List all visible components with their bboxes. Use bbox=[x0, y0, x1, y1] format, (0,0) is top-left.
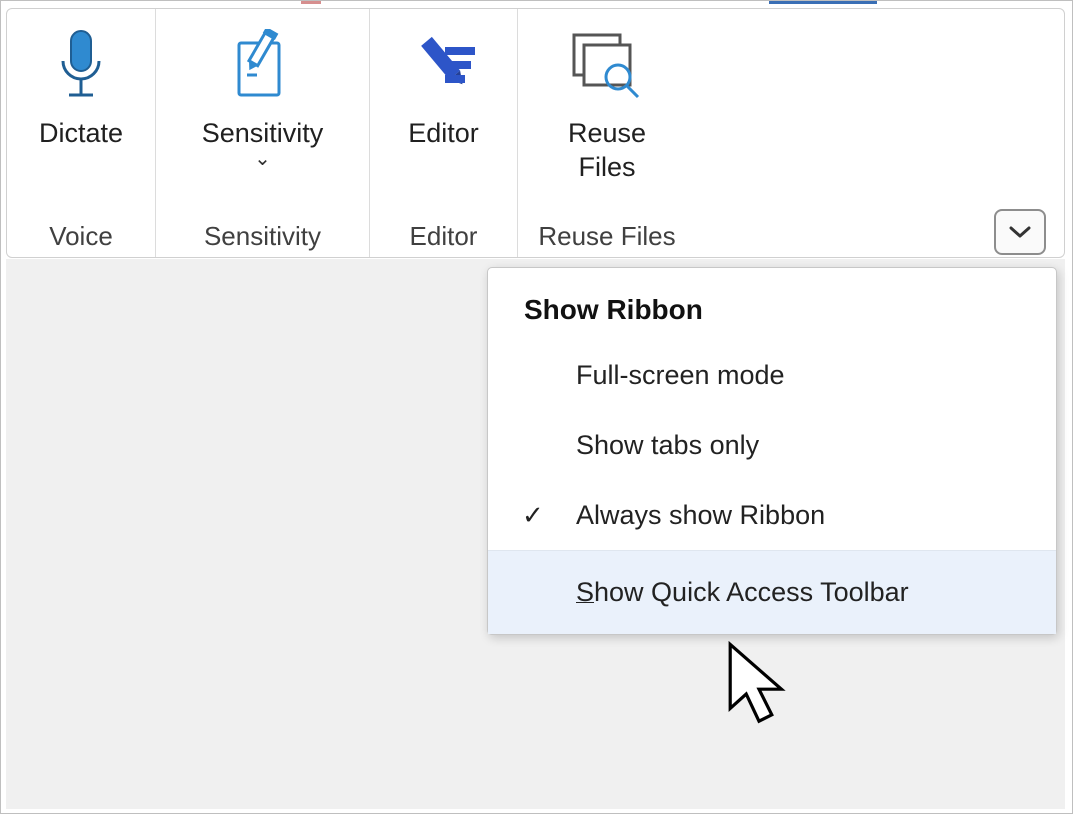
menu-item-full-screen[interactable]: Full-screen mode bbox=[488, 340, 1056, 410]
sensitivity-label-text: Sensitivity bbox=[202, 117, 324, 151]
ribbon-display-options-button[interactable] bbox=[994, 209, 1046, 255]
sensitivity-button[interactable] bbox=[227, 23, 299, 115]
group-caption-sensitivity: Sensitivity bbox=[156, 221, 369, 252]
ribbon-group-editor: Editor Editor bbox=[369, 9, 517, 257]
chevron-down-icon: ⌄ bbox=[254, 147, 271, 172]
editor-label: Editor bbox=[408, 117, 479, 193]
menu-item-label: Full-screen mode bbox=[576, 360, 785, 391]
editor-pen-icon bbox=[409, 29, 479, 109]
menu-item-label: Show Quick Access Toolbar bbox=[576, 577, 909, 608]
reuse-files-label: Reuse Files bbox=[568, 117, 646, 193]
titlebar-sliver bbox=[1, 1, 1072, 8]
ribbon-group-sensitivity: Sensitivity ⌄ Sensitivity bbox=[155, 9, 369, 257]
ribbon-group-reuse-files: Reuse Files Reuse Files bbox=[517, 9, 696, 257]
sensitivity-label: Sensitivity ⌄ bbox=[202, 117, 324, 193]
menu-item-label-rest: how Quick Access Toolbar bbox=[594, 577, 909, 607]
ribbon-display-options-menu: Show Ribbon Full-screen mode Show tabs o… bbox=[487, 267, 1057, 635]
reuse-files-label-line2: Files bbox=[578, 151, 635, 185]
group-caption-voice: Voice bbox=[7, 221, 155, 252]
menu-item-label: Always show Ribbon bbox=[576, 500, 825, 531]
menu-item-always-show-ribbon[interactable]: ✓ Always show Ribbon bbox=[488, 480, 1056, 550]
editor-button[interactable] bbox=[409, 23, 479, 115]
sensitivity-icon bbox=[227, 29, 299, 109]
checkmark-icon: ✓ bbox=[522, 500, 576, 531]
dictate-button[interactable] bbox=[53, 23, 109, 115]
microphone-icon bbox=[53, 29, 109, 109]
group-caption-editor: Editor bbox=[370, 221, 517, 252]
menu-heading: Show Ribbon bbox=[488, 294, 1056, 340]
app-frame: Dictate Voice Sensitivity ⌄ bbox=[0, 0, 1073, 814]
menu-item-label: Show tabs only bbox=[576, 430, 759, 461]
titlebar-fragment bbox=[301, 1, 321, 4]
ribbon: Dictate Voice Sensitivity ⌄ bbox=[6, 8, 1065, 258]
group-caption-reuse-files: Reuse Files bbox=[518, 221, 696, 252]
reuse-files-button[interactable] bbox=[568, 23, 646, 115]
menu-item-show-quick-access-toolbar[interactable]: Show Quick Access Toolbar bbox=[488, 550, 1056, 634]
titlebar-fragment bbox=[769, 1, 877, 4]
menu-item-show-tabs-only[interactable]: Show tabs only bbox=[488, 410, 1056, 480]
chevron-down-icon bbox=[1008, 224, 1032, 240]
reuse-files-icon bbox=[568, 29, 646, 109]
dictate-label: Dictate bbox=[39, 117, 123, 193]
ribbon-group-voice: Dictate Voice bbox=[7, 9, 155, 257]
reuse-files-label-line1: Reuse bbox=[568, 117, 646, 151]
